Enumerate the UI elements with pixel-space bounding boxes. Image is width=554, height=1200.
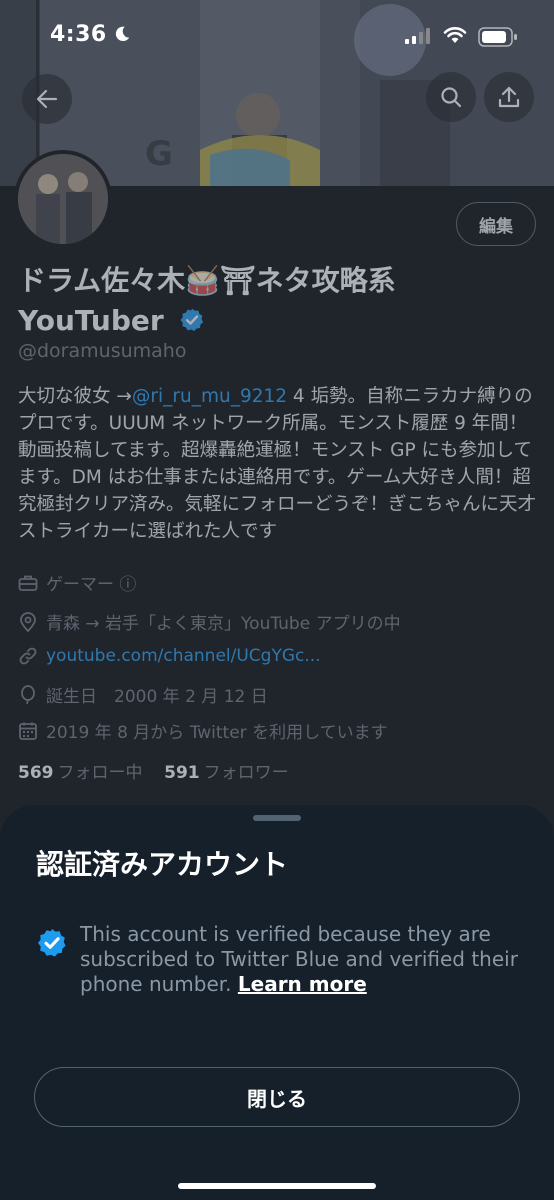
verified-badge-icon	[38, 929, 66, 957]
status-bar: 4:36	[0, 0, 554, 74]
verified-account-sheet: 認証済みアカウント This account is verified becau…	[0, 805, 554, 1200]
close-button[interactable]: 閉じる	[34, 1067, 520, 1127]
home-indicator[interactable]	[178, 1183, 376, 1189]
learn-more-link[interactable]: Learn more	[238, 972, 367, 996]
sheet-title: 認証済みアカウント	[36, 848, 289, 881]
verification-explanation: This account is verified because they ar…	[80, 922, 520, 997]
battery-icon	[478, 27, 517, 47]
cellular-signal-icon	[405, 28, 430, 44]
wifi-icon	[443, 27, 467, 43]
do-not-disturb-moon-icon	[115, 26, 130, 42]
status-time: 4:36	[50, 22, 107, 47]
sheet-grabber[interactable]	[253, 815, 301, 821]
